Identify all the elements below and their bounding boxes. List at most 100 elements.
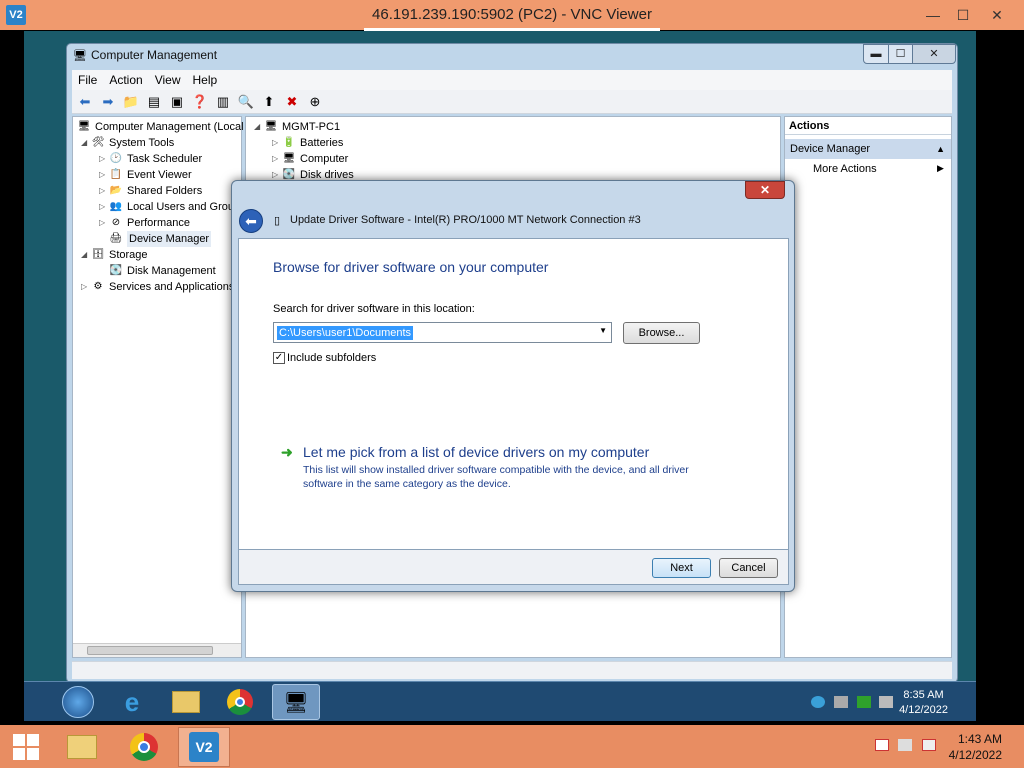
device-batteries[interactable]: ▷ 🔋 Batteries [272, 135, 343, 151]
taskbar-internet-explorer[interactable]: e [108, 684, 156, 720]
host-clock[interactable]: 1:43 AM 4/12/2022 [949, 731, 1002, 763]
taskbar-computer-management[interactable]: 🖥 [272, 684, 320, 720]
expand-icon[interactable]: ▷ [99, 215, 109, 231]
tree-item-event-viewer[interactable]: ▷ 📋 Event Viewer [99, 167, 192, 183]
forward-icon[interactable]: ➡ [99, 93, 117, 111]
taskbar-chrome[interactable] [216, 684, 264, 720]
guest-clock[interactable]: 8:35 AM 4/12/2022 [899, 688, 948, 718]
actions-header: Actions [785, 117, 951, 135]
menu-view[interactable]: View [149, 73, 187, 87]
status-bar [72, 661, 952, 679]
minimize-button[interactable]: ▬ [863, 44, 889, 64]
host-start-button[interactable] [0, 727, 52, 767]
pick-from-list-link[interactable]: Let me pick from a list of device driver… [303, 444, 649, 460]
taskbar-file-explorer[interactable] [162, 684, 210, 720]
device-root[interactable]: ◢ 🖥 MGMT-PC1 [254, 119, 340, 135]
browse-button[interactable]: Browse... [623, 322, 700, 344]
host-date: 4/12/2022 [948, 748, 1002, 762]
scrollbar-thumb[interactable] [87, 646, 213, 655]
vnc-maximize-button[interactable]: ☐ [950, 4, 976, 26]
expand-icon[interactable]: ▷ [272, 135, 282, 151]
network-adapter-icon: ▯ [274, 215, 281, 227]
expand-icon[interactable]: ▷ [99, 183, 109, 199]
view-icon[interactable]: ▥ [214, 93, 232, 111]
services-icon: ⚙ [93, 281, 103, 292]
host-taskbar-file-explorer[interactable] [56, 727, 108, 767]
expand-icon[interactable]: ▷ [99, 167, 109, 183]
up-folder-icon[interactable]: 📁 [122, 93, 140, 111]
actions-section-device-manager[interactable]: Device Manager ▲ [785, 139, 951, 159]
host-taskbar-chrome[interactable] [118, 727, 170, 767]
maximize-button[interactable]: ☐ [888, 44, 913, 64]
flag-tray-icon[interactable] [875, 739, 889, 751]
battery-icon: 🔋 [282, 137, 296, 148]
collapse-icon[interactable]: ◢ [254, 119, 264, 135]
vnc-window-title: 46.191.239.190:5902 (PC2) - VNC Viewer [372, 6, 652, 23]
scan-hardware-icon[interactable]: 🔍 [237, 93, 255, 111]
enable-device-icon[interactable]: ⊕ [306, 93, 324, 111]
chevron-right-icon: ▶ [937, 163, 944, 173]
back-icon[interactable]: ⬅ [76, 93, 94, 111]
host-taskbar-vnc-viewer[interactable]: V2 [178, 727, 230, 767]
collapse-icon[interactable]: ◢ [81, 247, 91, 263]
network-tray-icon[interactable] [898, 739, 913, 751]
more-actions-link[interactable]: More Actions [813, 163, 877, 175]
tree-item-local-users[interactable]: ▷ 👥 Local Users and Group [99, 199, 240, 215]
action-center-tray-icon[interactable] [856, 696, 871, 708]
properties-icon[interactable]: ▣ [168, 93, 186, 111]
tree-item-shared-folders[interactable]: ▷ 📂 Shared Folders [99, 183, 202, 199]
dropdown-arrow-icon[interactable]: ▼ [599, 326, 607, 335]
menu-action[interactable]: Action [103, 73, 148, 87]
tree-item-storage[interactable]: ◢ 🗄 Storage [81, 247, 148, 263]
windows-orb-icon [62, 686, 94, 718]
next-button[interactable]: Next [652, 558, 711, 578]
vnc-close-button[interactable]: ✕ [984, 4, 1010, 26]
menu-file[interactable]: File [72, 73, 103, 87]
window-title: Computer Management [91, 48, 218, 62]
close-button[interactable]: ✕ [912, 44, 956, 64]
start-button[interactable] [54, 684, 102, 720]
tree-item-services[interactable]: ▷ ⚙ Services and Applications [81, 279, 234, 295]
expand-icon[interactable]: ▷ [99, 199, 109, 215]
uninstall-icon[interactable]: ✖ [283, 93, 301, 111]
display-tray-icon[interactable] [833, 696, 848, 708]
dialog-close-button[interactable]: ✕ [745, 181, 785, 199]
tree-horizontal-scrollbar[interactable] [73, 643, 241, 657]
tree-item-disk-management[interactable]: 💽 Disk Management [99, 263, 216, 279]
collapse-up-icon[interactable]: ▲ [936, 139, 945, 159]
update-driver-dialog: ✕ ⬅ ▯ Update Driver Software - Intel(R) … [231, 180, 795, 592]
performance-icon: ⊘ [111, 217, 121, 228]
expand-icon[interactable]: ▷ [272, 151, 282, 167]
collapse-icon[interactable]: ◢ [81, 135, 91, 151]
vnc-minimize-button[interactable]: — [920, 4, 946, 26]
clock-icon: 🕑 [109, 153, 123, 164]
menu-help[interactable]: Help [187, 73, 224, 87]
host-system-tray [872, 739, 939, 754]
include-subfolders-checkbox[interactable]: ✓ [273, 352, 285, 364]
device-manager-icon: 🖨 [109, 233, 123, 244]
guest-time: 8:35 AM [903, 689, 944, 701]
event-viewer-icon: 📋 [109, 169, 123, 180]
tree-item-performance[interactable]: ▷ ⊘ Performance [99, 215, 190, 231]
tree-item-root[interactable]: 🖥 Computer Management (Local [77, 119, 244, 135]
volume-tray-icon[interactable] [879, 696, 894, 708]
tree-item-system-tools[interactable]: ◢ 🛠 System Tools [81, 135, 174, 151]
volume-muted-tray-icon[interactable] [921, 739, 936, 751]
include-subfolders-label[interactable]: Include subfolders [287, 352, 376, 364]
cancel-button[interactable]: Cancel [719, 558, 778, 578]
remote-desktop[interactable]: 🖥 Computer Management ▬ ☐ ✕ File Action … [24, 31, 976, 721]
tree-item-task-scheduler[interactable]: ▷ 🕑 Task Scheduler [99, 151, 202, 167]
network-tray-icon[interactable] [811, 696, 825, 708]
help-icon[interactable]: ❓ [191, 93, 209, 111]
driver-path-combobox[interactable]: C:\Users\user1\Documents ▼ [273, 322, 612, 343]
show-hide-tree-icon[interactable]: ▤ [145, 93, 163, 111]
device-computer[interactable]: ▷ 🖥 Computer [272, 151, 348, 167]
shared-folder-icon: 📂 [109, 185, 123, 196]
internet-explorer-icon: e [124, 686, 140, 717]
expand-icon[interactable]: ▷ [81, 279, 91, 295]
update-driver-icon[interactable]: ⬆ [260, 93, 278, 111]
expand-icon[interactable]: ▷ [99, 151, 109, 167]
tree-item-device-manager[interactable]: 🖨 Device Manager [99, 231, 212, 247]
back-arrow-icon[interactable]: ⬅ [239, 209, 263, 233]
console-tree: 🖥 Computer Management (Local ◢ 🛠 System Too… [72, 116, 244, 658]
